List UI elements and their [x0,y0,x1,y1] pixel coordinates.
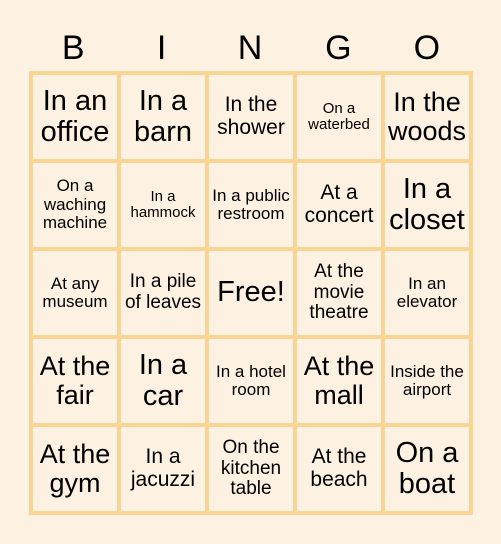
cell-text: In a public restroom [212,185,290,223]
bingo-cell[interactable]: On the kitchen table [207,425,295,513]
bingo-cell[interactable]: In a barn [119,73,207,161]
cell-text: In a closet [389,172,465,236]
cell-text: On a boat [395,436,459,500]
bingo-cell[interactable]: At the gym [31,425,119,513]
cell-text: At the beach [310,445,368,491]
cell-text: At a concert [304,181,374,227]
header-letter-i: I [156,29,167,67]
bingo-cell[interactable]: At the fair [31,337,119,425]
bingo-cell[interactable]: In a car [119,337,207,425]
header-letter-b: B [61,29,85,67]
bingo-header: B I N G O [29,26,471,70]
cell-text: At the gym [39,438,111,498]
bingo-card-grid: In an office In a barn In the shower On … [29,71,473,515]
cell-text: In a barn [133,84,193,148]
bingo-cell[interactable]: At any museum [31,249,119,337]
cell-text: On a waching machine [42,176,108,233]
bingo-cell[interactable]: In an office [31,73,119,161]
cell-text: At the fair [39,350,111,410]
bingo-cell[interactable]: In a jacuzzi [119,425,207,513]
bingo-cell[interactable]: At the mall [295,337,383,425]
cell-text: Inside the airport [390,361,464,399]
bingo-cell[interactable]: In a hammock [119,161,207,249]
cell-text: Free! [217,276,285,309]
bingo-cell[interactable]: In an elevator [383,249,471,337]
cell-text: On a waterbed [308,99,370,133]
bingo-cell[interactable]: At the movie theatre [295,249,383,337]
bingo-cell[interactable]: In a public restroom [207,161,295,249]
bingo-cell[interactable]: In a closet [383,161,471,249]
bingo-cell[interactable]: In a pile of leaves [119,249,207,337]
header-letter-n: N [237,29,263,67]
cell-text: In the shower [217,93,285,139]
bingo-cell[interactable]: Inside the airport [383,337,471,425]
bingo-cell[interactable]: At a concert [295,161,383,249]
bingo-cell[interactable]: In the shower [207,73,295,161]
cell-text: In an elevator [396,273,458,311]
bingo-cell[interactable]: On a waching machine [31,161,119,249]
bingo-cell[interactable]: On a boat [383,425,471,513]
cell-text: On the kitchen table [220,437,282,500]
cell-text: At the mall [303,350,375,410]
header-letter-o: O [413,29,441,67]
bingo-cell[interactable]: On a waterbed [295,73,383,161]
header-letter-g: G [325,29,352,67]
cell-text: In a hammock [130,187,196,221]
bingo-cell[interactable]: In a hotel room [207,337,295,425]
cell-text: In an office [40,84,110,148]
cell-text: In the woods [387,86,467,146]
cell-text: In a hotel room [216,361,286,399]
bingo-cell[interactable]: In the woods [383,73,471,161]
cell-text: At the movie theatre [309,261,369,324]
bingo-cell[interactable]: At the beach [295,425,383,513]
cell-text: In a jacuzzi [130,445,196,491]
cell-text: At any museum [42,273,108,311]
cell-text: In a car [138,348,188,412]
cell-text: In a pile of leaves [124,271,202,313]
free-space-cell[interactable]: Free! [207,249,295,337]
